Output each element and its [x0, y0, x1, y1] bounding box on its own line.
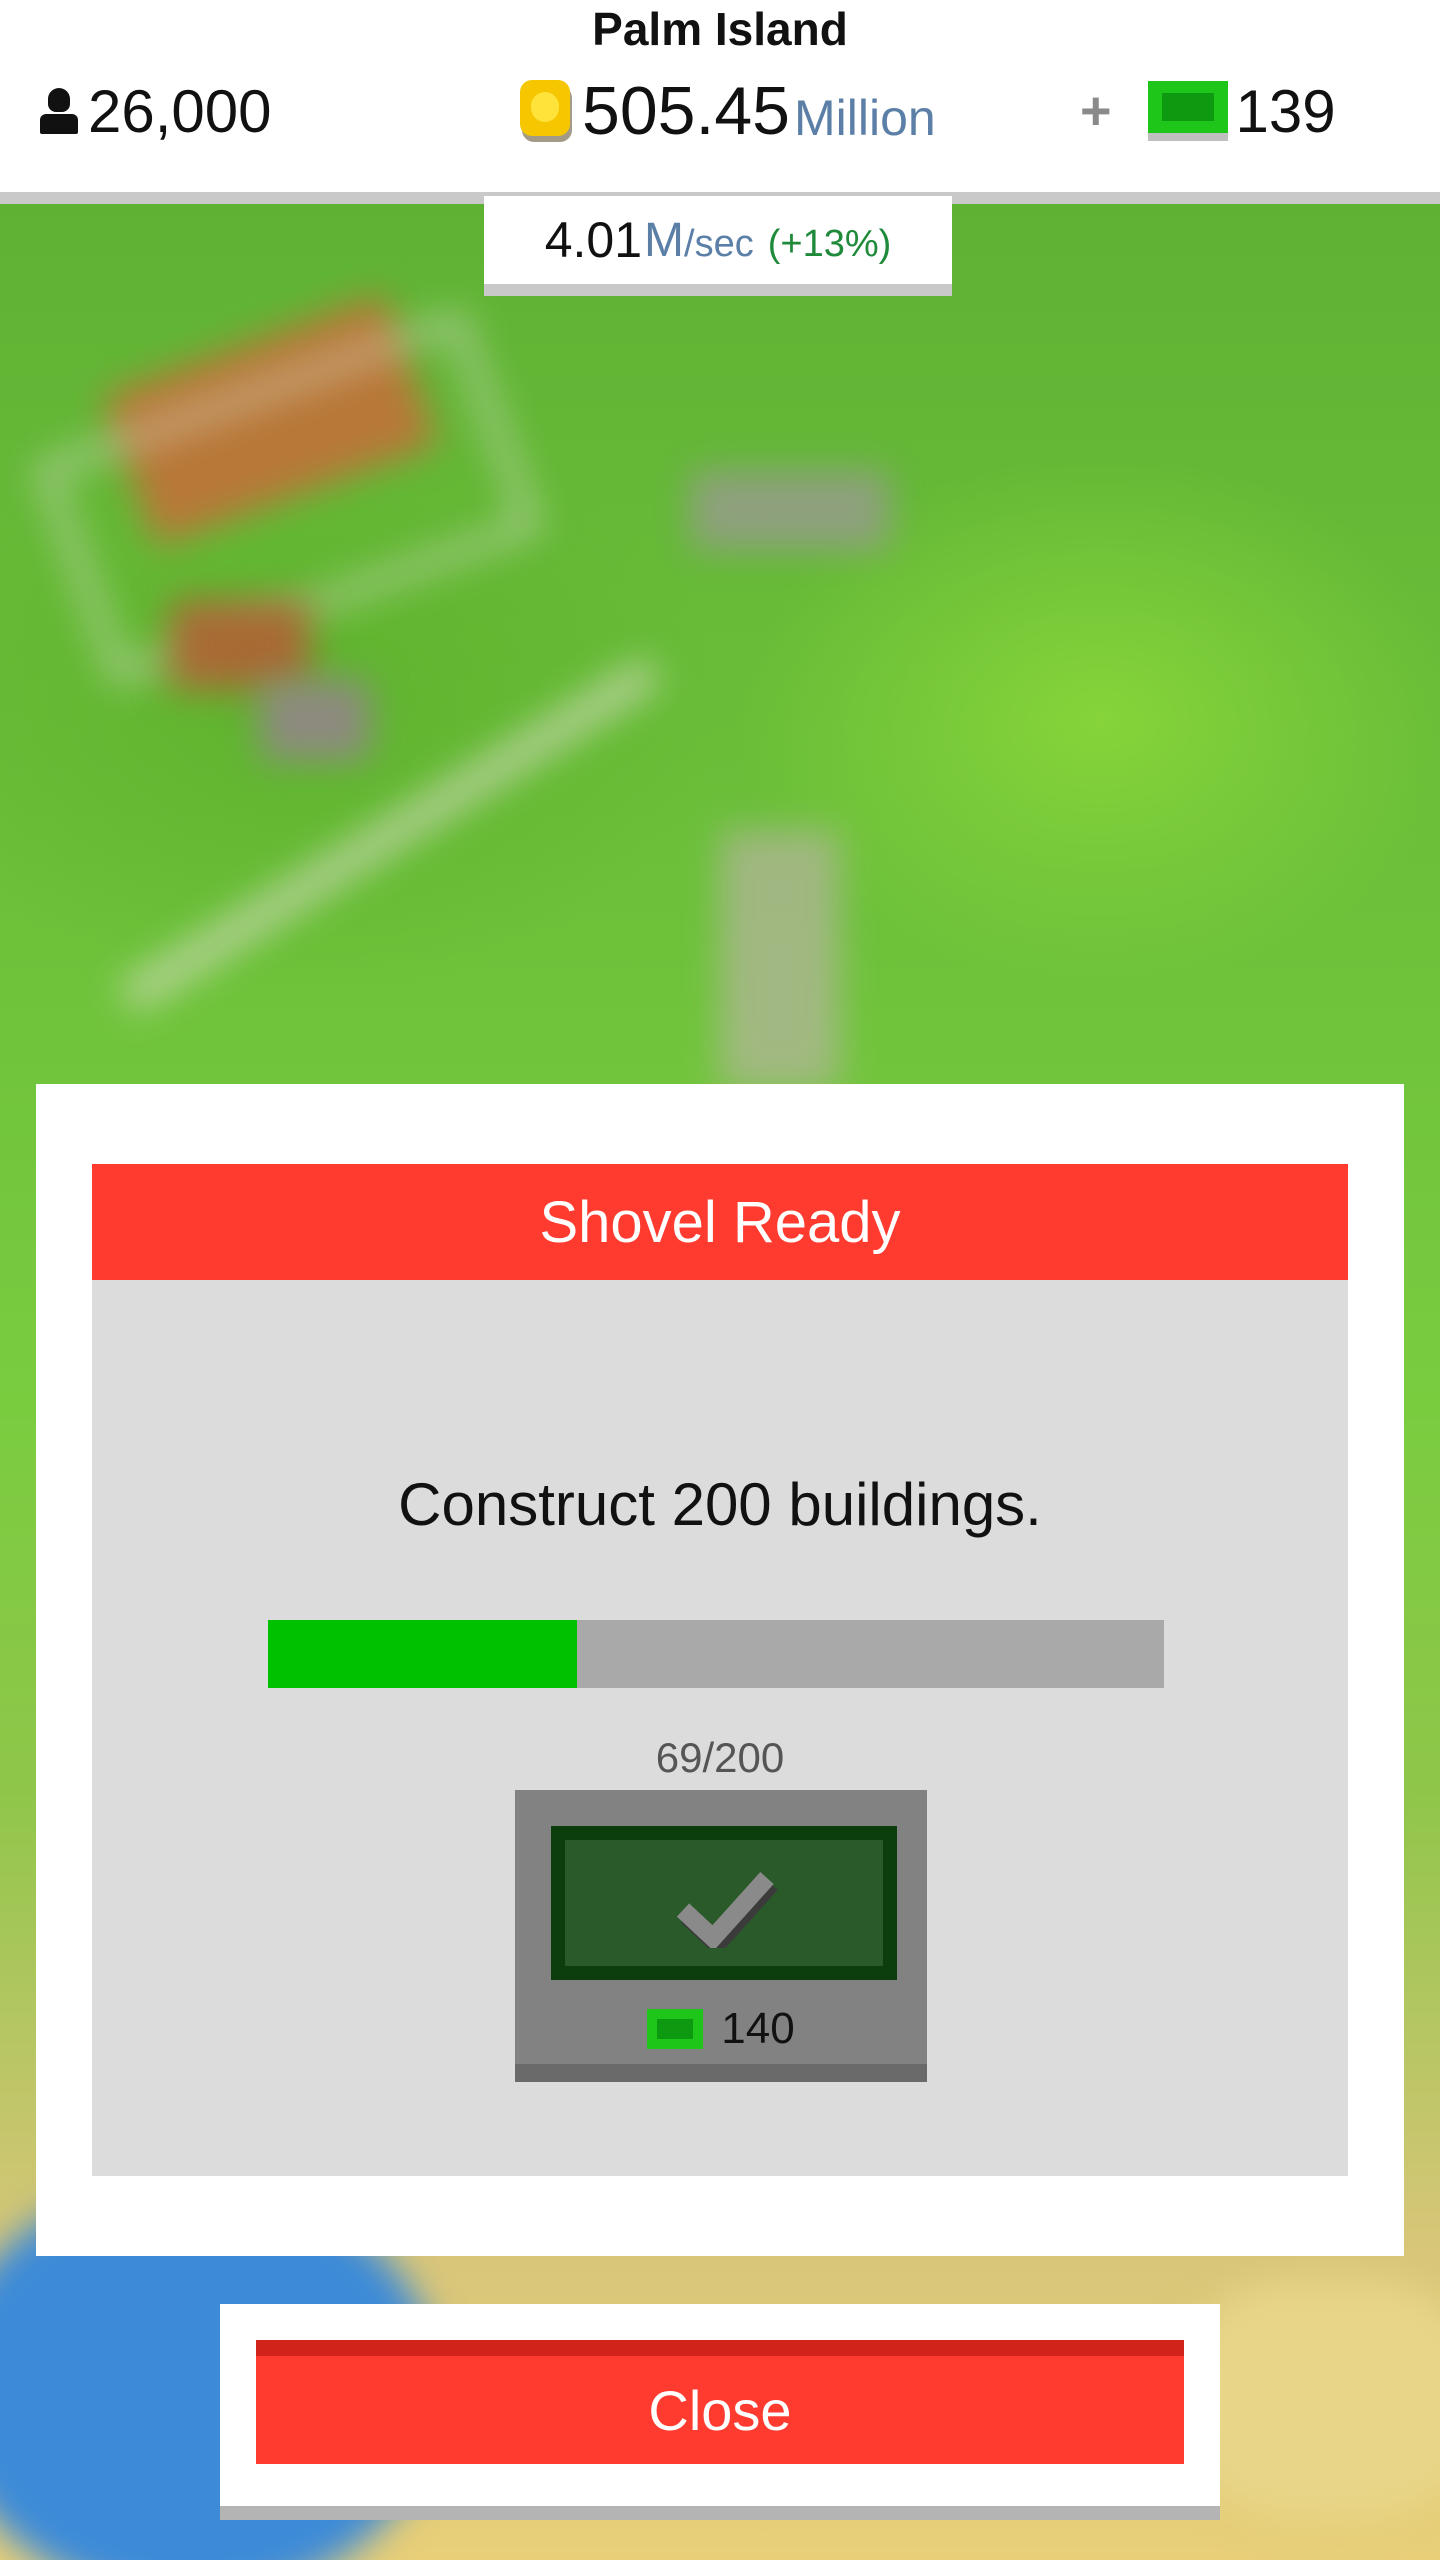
achievement-title: Shovel Ready	[92, 1164, 1348, 1280]
achievement-progress-fill	[268, 1620, 578, 1688]
achievement-progress-bar	[268, 1620, 1164, 1688]
claim-reward-button[interactable]: 140	[515, 1790, 927, 2082]
money-counter: 505.45 Million	[520, 73, 936, 149]
gems-counter: + 139	[1080, 76, 1336, 146]
person-icon	[36, 86, 82, 136]
income-rate-value: 4.01	[544, 212, 643, 268]
gem-icon	[1147, 81, 1228, 141]
gem-icon	[647, 2009, 704, 2049]
checkmark-icon	[676, 1871, 778, 1948]
claim-button-face	[551, 1826, 897, 1980]
income-rate-bonus: (+13%)	[767, 222, 892, 265]
close-button-frame: Close	[220, 2304, 1220, 2520]
income-rate-unit: M	[644, 213, 685, 267]
plus-icon[interactable]: +	[1080, 80, 1112, 142]
population-counter: 26,000	[36, 76, 272, 146]
income-rate-per-sec: /sec	[684, 222, 754, 265]
island-name: Palm Island	[592, 3, 848, 55]
achievement-progress-text: 69/200	[655, 1734, 785, 1781]
population-value: 26,000	[88, 77, 272, 145]
achievement-panel: Shovel Ready Construct 200 buildings. 69…	[92, 1164, 1348, 2176]
top-hud: Palm Island 26,000 505.45 Million + 139	[0, 0, 1440, 204]
coin-icon	[520, 80, 574, 142]
reward-gems-value: 140	[721, 2004, 795, 2053]
money-unit: Million	[793, 90, 936, 146]
close-button[interactable]: Close	[256, 2340, 1184, 2464]
achievement-description: Construct 200 buildings.	[398, 1471, 1042, 1538]
income-rate-tab: 4.01 M /sec (+13%)	[484, 196, 952, 296]
claim-reward: 140	[515, 1996, 927, 2062]
achievement-dialog: Shovel Ready Construct 200 buildings. 69…	[36, 1084, 1404, 2256]
money-value: 505.45	[582, 73, 790, 149]
gems-value: 139	[1235, 77, 1336, 145]
